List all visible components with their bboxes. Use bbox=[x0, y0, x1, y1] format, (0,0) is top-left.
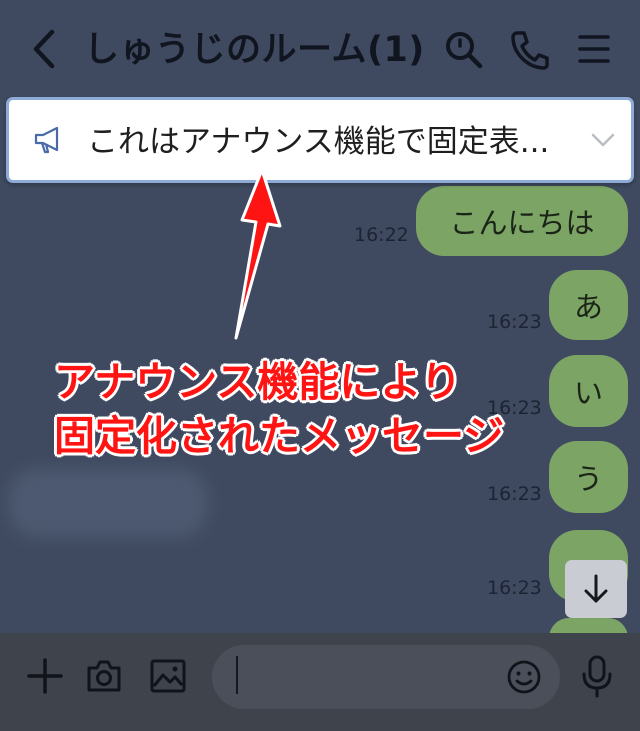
message-time: 16:23 bbox=[487, 483, 542, 505]
annotation-label: アナウンス機能により 固定化されたメッセージ bbox=[54, 358, 505, 460]
megaphone-icon bbox=[34, 126, 59, 154]
mic-icon[interactable] bbox=[580, 654, 614, 698]
back-icon[interactable] bbox=[22, 24, 70, 74]
plus-icon[interactable] bbox=[26, 656, 64, 696]
camera-icon[interactable] bbox=[85, 656, 123, 696]
message-time: 16:23 bbox=[487, 311, 542, 333]
message-time: 16:23 bbox=[487, 577, 542, 599]
annotation-arrow bbox=[234, 168, 282, 340]
message-bubble[interactable]: い bbox=[549, 355, 628, 427]
message-time: 16:22 bbox=[354, 224, 409, 246]
image-icon[interactable] bbox=[148, 656, 188, 696]
text-caret bbox=[236, 656, 238, 694]
page-title: しゅうじのルーム(1) bbox=[84, 30, 425, 70]
menu-icon[interactable] bbox=[572, 27, 616, 71]
scroll-down-button[interactable] bbox=[565, 560, 627, 618]
message-bubble[interactable]: こんにちは bbox=[416, 186, 628, 256]
message-bubble[interactable]: あ bbox=[549, 270, 628, 340]
blurred-message bbox=[8, 468, 208, 538]
arrow-down-icon bbox=[584, 574, 608, 603]
announcement-text: これはアナウンス機能で固定表... bbox=[87, 124, 550, 160]
message-bubble[interactable]: う bbox=[549, 441, 628, 513]
search-icon[interactable] bbox=[441, 27, 485, 71]
chevron-down-icon[interactable] bbox=[589, 128, 617, 152]
phone-icon[interactable] bbox=[507, 27, 551, 71]
announcement-banner[interactable]: これはアナウンス機能で固定表... bbox=[6, 97, 634, 183]
emoji-icon[interactable] bbox=[505, 658, 543, 696]
